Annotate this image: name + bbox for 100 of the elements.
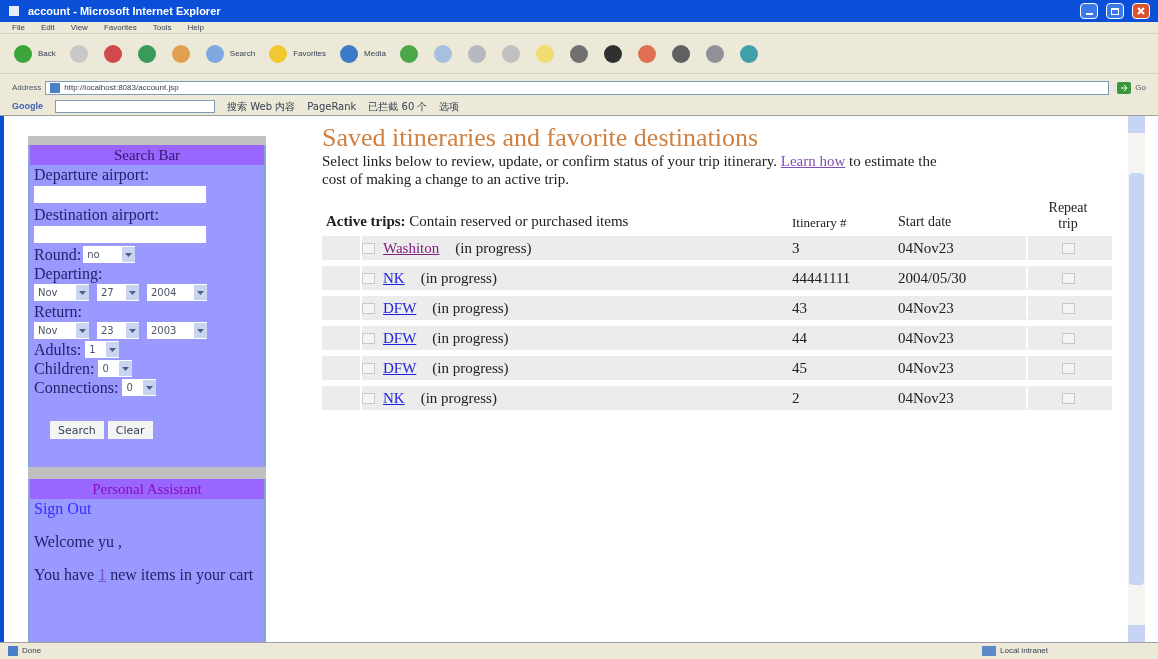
- google-logo[interactable]: Google: [12, 99, 43, 114]
- trip-link[interactable]: NK: [383, 386, 405, 410]
- welcome-text: Welcome yu ,: [34, 532, 123, 551]
- dropdown[interactable]: 1: [85, 341, 120, 358]
- airport-field[interactable]: [34, 226, 206, 243]
- google-toolbar-item[interactable]: 已拦截 60 个: [368, 99, 428, 114]
- dropdown[interactable]: 0: [98, 360, 133, 377]
- google-toolbar-item[interactable]: PageRank: [307, 99, 357, 114]
- column-header: Repeat trip: [1047, 200, 1089, 232]
- intro-paragraph: Select links below to review, update, or confirm status of your trip itinerary. Learn how to estimate the cost of making a change to an active trip.: [322, 152, 938, 188]
- caret-icon: [76, 323, 89, 338]
- form-button[interactable]: Clear: [107, 421, 153, 439]
- column-header: Start date: [898, 213, 953, 231]
- dropdown[interactable]: 2004: [147, 284, 207, 301]
- trip-status: (in progress): [432, 358, 509, 378]
- checkbox[interactable]: [362, 242, 375, 254]
- itinerary-cell-text: 44: [792, 328, 808, 348]
- field-label: Return:: [34, 302, 83, 321]
- trip-status: (in progress): [420, 268, 497, 288]
- checkbox[interactable]: [362, 302, 375, 314]
- caret-icon: [126, 285, 139, 300]
- caret-icon: [76, 285, 89, 300]
- caret-icon: [122, 247, 136, 262]
- itinerary-cell-text: 2: [792, 388, 801, 408]
- dropdown[interactable]: 2003: [147, 322, 207, 339]
- close-icon: [1137, 7, 1145, 15]
- itinerary-cell-text: 3: [792, 238, 801, 258]
- panel-title: Personal Assistant: [30, 479, 264, 499]
- dropdown[interactable]: no: [83, 246, 136, 263]
- panel-title: Search Bar: [30, 145, 264, 165]
- favorites-button[interactable]: Favorites: [267, 42, 327, 65]
- caret-icon: [126, 323, 139, 338]
- checkbox[interactable]: [1061, 272, 1075, 284]
- field-label: Departure airport:: [34, 165, 151, 184]
- start-date-cell: 04Nov23: [898, 386, 1028, 410]
- start-date-cell: 04Nov23: [898, 236, 1028, 260]
- itinerary-cell-text: 44441111: [792, 268, 852, 288]
- trip-link[interactable]: DFW: [383, 326, 417, 350]
- checkbox[interactable]: [1061, 302, 1075, 314]
- field-label: Adults:: [34, 340, 82, 359]
- checkbox[interactable]: [362, 272, 375, 284]
- trip-status: (in progress): [432, 328, 509, 348]
- trip-status: (in progress): [420, 388, 497, 408]
- dropdown[interactable]: Nov: [34, 322, 89, 339]
- maximize-button[interactable]: [1106, 3, 1124, 19]
- form-button[interactable]: Search: [50, 421, 104, 439]
- trip-link[interactable]: NK: [383, 266, 405, 290]
- learn-how-link[interactable]: Learn how: [780, 153, 846, 169]
- page-icon: [50, 83, 61, 93]
- checkbox[interactable]: [1061, 242, 1075, 254]
- menu-item[interactable]: Edit: [40, 21, 55, 34]
- field-label: Departing:: [34, 264, 104, 283]
- menu-item[interactable]: View: [70, 21, 88, 34]
- page-heading: Saved itineraries and favorite destinations: [322, 124, 760, 152]
- dropdown[interactable]: 0: [122, 379, 157, 396]
- trip-link[interactable]: DFW: [383, 296, 417, 320]
- scrollbar[interactable]: [1128, 116, 1145, 642]
- dropdown[interactable]: Nov: [34, 284, 89, 301]
- address-label: Address: [12, 82, 42, 94]
- start-date-cell: 04Nov23: [898, 356, 1028, 380]
- search-button[interactable]: Search: [203, 42, 256, 65]
- checkbox[interactable]: [1061, 332, 1075, 344]
- start-date-cell: 04Nov23: [898, 326, 1028, 350]
- checkbox[interactable]: [362, 392, 375, 404]
- menu-item[interactable]: Tools: [152, 21, 172, 34]
- airport-field[interactable]: [34, 186, 206, 203]
- checkbox[interactable]: [362, 332, 375, 344]
- caret-icon: [194, 285, 207, 300]
- start-date-cell: 04Nov23: [898, 296, 1028, 320]
- checkbox[interactable]: [1061, 362, 1075, 374]
- trip-link[interactable]: Washiton: [383, 236, 440, 260]
- window-title: account - Microsoft Internet Explorer: [28, 3, 222, 19]
- dropdown[interactable]: 27: [97, 284, 139, 301]
- dropdown[interactable]: 23: [97, 322, 139, 339]
- trip-link[interactable]: DFW: [383, 356, 417, 380]
- address-field[interactable]: http://localhost:8083/account.jsp: [45, 81, 1110, 95]
- checkbox[interactable]: [362, 362, 375, 374]
- field-label: Connections:: [34, 378, 119, 397]
- page-icon: [8, 646, 18, 656]
- back-button[interactable]: Back: [12, 42, 56, 65]
- google-search-field[interactable]: [55, 100, 215, 113]
- field-label: Children:: [34, 359, 95, 378]
- trip-status: (in progress): [455, 238, 532, 258]
- minimize-button[interactable]: [1080, 3, 1098, 19]
- go-button[interactable]: Go: [1117, 82, 1146, 94]
- close-button[interactable]: [1132, 3, 1150, 19]
- field-label: Destination airport:: [34, 205, 160, 224]
- caret-icon: [119, 361, 133, 376]
- zone-text: Local intranet: [1000, 645, 1050, 657]
- google-toolbar-item[interactable]: 搜索 Web 内容: [227, 99, 296, 114]
- caret-icon: [106, 342, 120, 357]
- column-header: Active trips: Contain reserved or purchased items: [325, 211, 630, 231]
- menu-item[interactable]: Favorites: [103, 21, 137, 34]
- page-icon: [8, 5, 20, 17]
- checkbox[interactable]: [1061, 392, 1075, 404]
- caret-icon: [194, 323, 207, 338]
- google-toolbar-item[interactable]: 选项: [439, 99, 460, 114]
- menu-item[interactable]: Help: [187, 21, 204, 34]
- menu-item[interactable]: File: [12, 21, 25, 34]
- media-button[interactable]: Media: [338, 42, 386, 65]
